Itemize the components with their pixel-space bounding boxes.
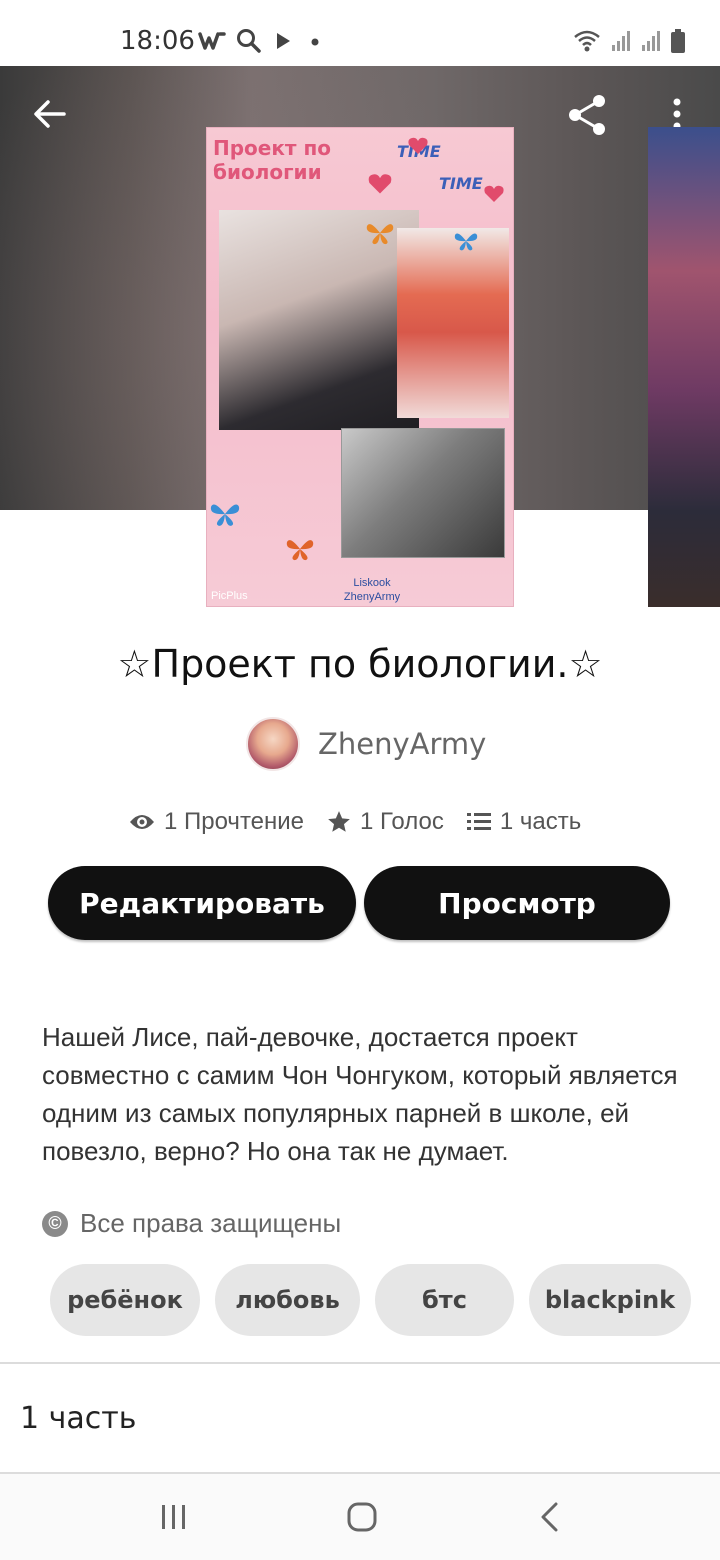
status-left-icons [198, 28, 326, 54]
copyright-text: Все права защищены [80, 1208, 342, 1238]
heart-icon [408, 137, 428, 154]
arrow-left-icon [34, 100, 66, 128]
share-button[interactable] [562, 90, 612, 140]
view-button[interactable]: Просмотр [364, 866, 670, 940]
author-row[interactable]: ZhenyArmy [246, 716, 486, 772]
play-icon [277, 33, 290, 49]
story-stats: 1 Прочтение 1 Голос 1 часть [128, 802, 581, 842]
dot-icon [311, 38, 319, 46]
butterfly-icon [454, 233, 478, 251]
edit-button[interactable]: Редактировать [48, 866, 356, 940]
recent-apps-button[interactable] [114, 1474, 234, 1560]
cover-watermark: PicPlus [211, 590, 248, 602]
parts-list-header[interactable]: 1 часть [0, 1364, 720, 1472]
battery-icon [671, 29, 685, 53]
cover-title-line1: Проект по [213, 136, 332, 160]
parts-count: 1 часть [499, 808, 582, 835]
back-icon [541, 1502, 558, 1532]
signal-icon-2 [642, 31, 660, 51]
wifi-icon [574, 30, 600, 52]
story-description: Нашей Лисе, пай-девочке, достается проек… [42, 1022, 678, 1166]
status-bar: 18:06 [0, 0, 720, 66]
cover-credit-line1: Liskook [353, 577, 391, 589]
avatar[interactable] [246, 717, 300, 771]
cover-credit-line2: ZhenyArmy [343, 591, 401, 603]
butterfly-icon [210, 504, 240, 526]
butterfly-icon [366, 224, 394, 245]
tag-list: ребёнок любовь бтс blackpink [0, 1264, 720, 1338]
home-icon [347, 1502, 377, 1532]
story-title: ☆Проект по биологии.☆ [117, 642, 603, 686]
cover-photo-bw [341, 428, 505, 558]
recent-apps-icon [162, 1505, 185, 1529]
search-icon [237, 29, 261, 53]
tag-chip[interactable]: бтс [375, 1264, 514, 1336]
eye-icon [130, 815, 154, 829]
copyright-row: © Все права защищены [42, 1208, 341, 1239]
more-vertical-icon [673, 98, 681, 130]
signal-icon [612, 31, 630, 51]
heart-icon [368, 174, 392, 194]
status-right-icons [572, 28, 686, 54]
heart-icon [484, 185, 504, 202]
votes-stat: 1 Голос [326, 808, 444, 836]
story-cover[interactable]: Проект по биологии TIME TIME Liskook Zhe… [206, 127, 514, 607]
back-button[interactable] [28, 92, 72, 136]
tag-chip[interactable]: ребёнок [50, 1264, 200, 1336]
star-icon [328, 811, 350, 832]
wattpad-icon [198, 32, 226, 50]
system-nav-bar [0, 1474, 720, 1560]
copyright-icon: © [42, 1210, 68, 1237]
author-name[interactable]: ZhenyArmy [318, 727, 486, 761]
butterfly-icon [286, 540, 314, 561]
tag-chip[interactable]: blackpink [529, 1264, 691, 1336]
tag-chip[interactable]: любовь [215, 1264, 360, 1336]
list-icon [466, 813, 491, 830]
nav-back-button[interactable] [490, 1474, 610, 1560]
cover-title: Проект по биологии [213, 136, 331, 184]
share-icon [569, 95, 605, 135]
votes-count: 1 Голос [360, 808, 444, 835]
parts-stat: 1 часть [466, 808, 581, 836]
cover-photo-girl [397, 228, 509, 418]
home-button[interactable] [302, 1474, 422, 1560]
reads-count: 1 Прочтение [164, 808, 305, 835]
next-cover-peek[interactable] [648, 127, 720, 607]
status-time: 18:06 [120, 26, 195, 56]
reads-stat: 1 Прочтение [128, 808, 304, 836]
cover-time-label-2: TIME [439, 174, 483, 193]
cover-title-line2: биологии [213, 160, 322, 184]
cover-credit: Liskook ZhenyArmy [317, 576, 427, 604]
parts-label: 1 часть [20, 1400, 137, 1436]
